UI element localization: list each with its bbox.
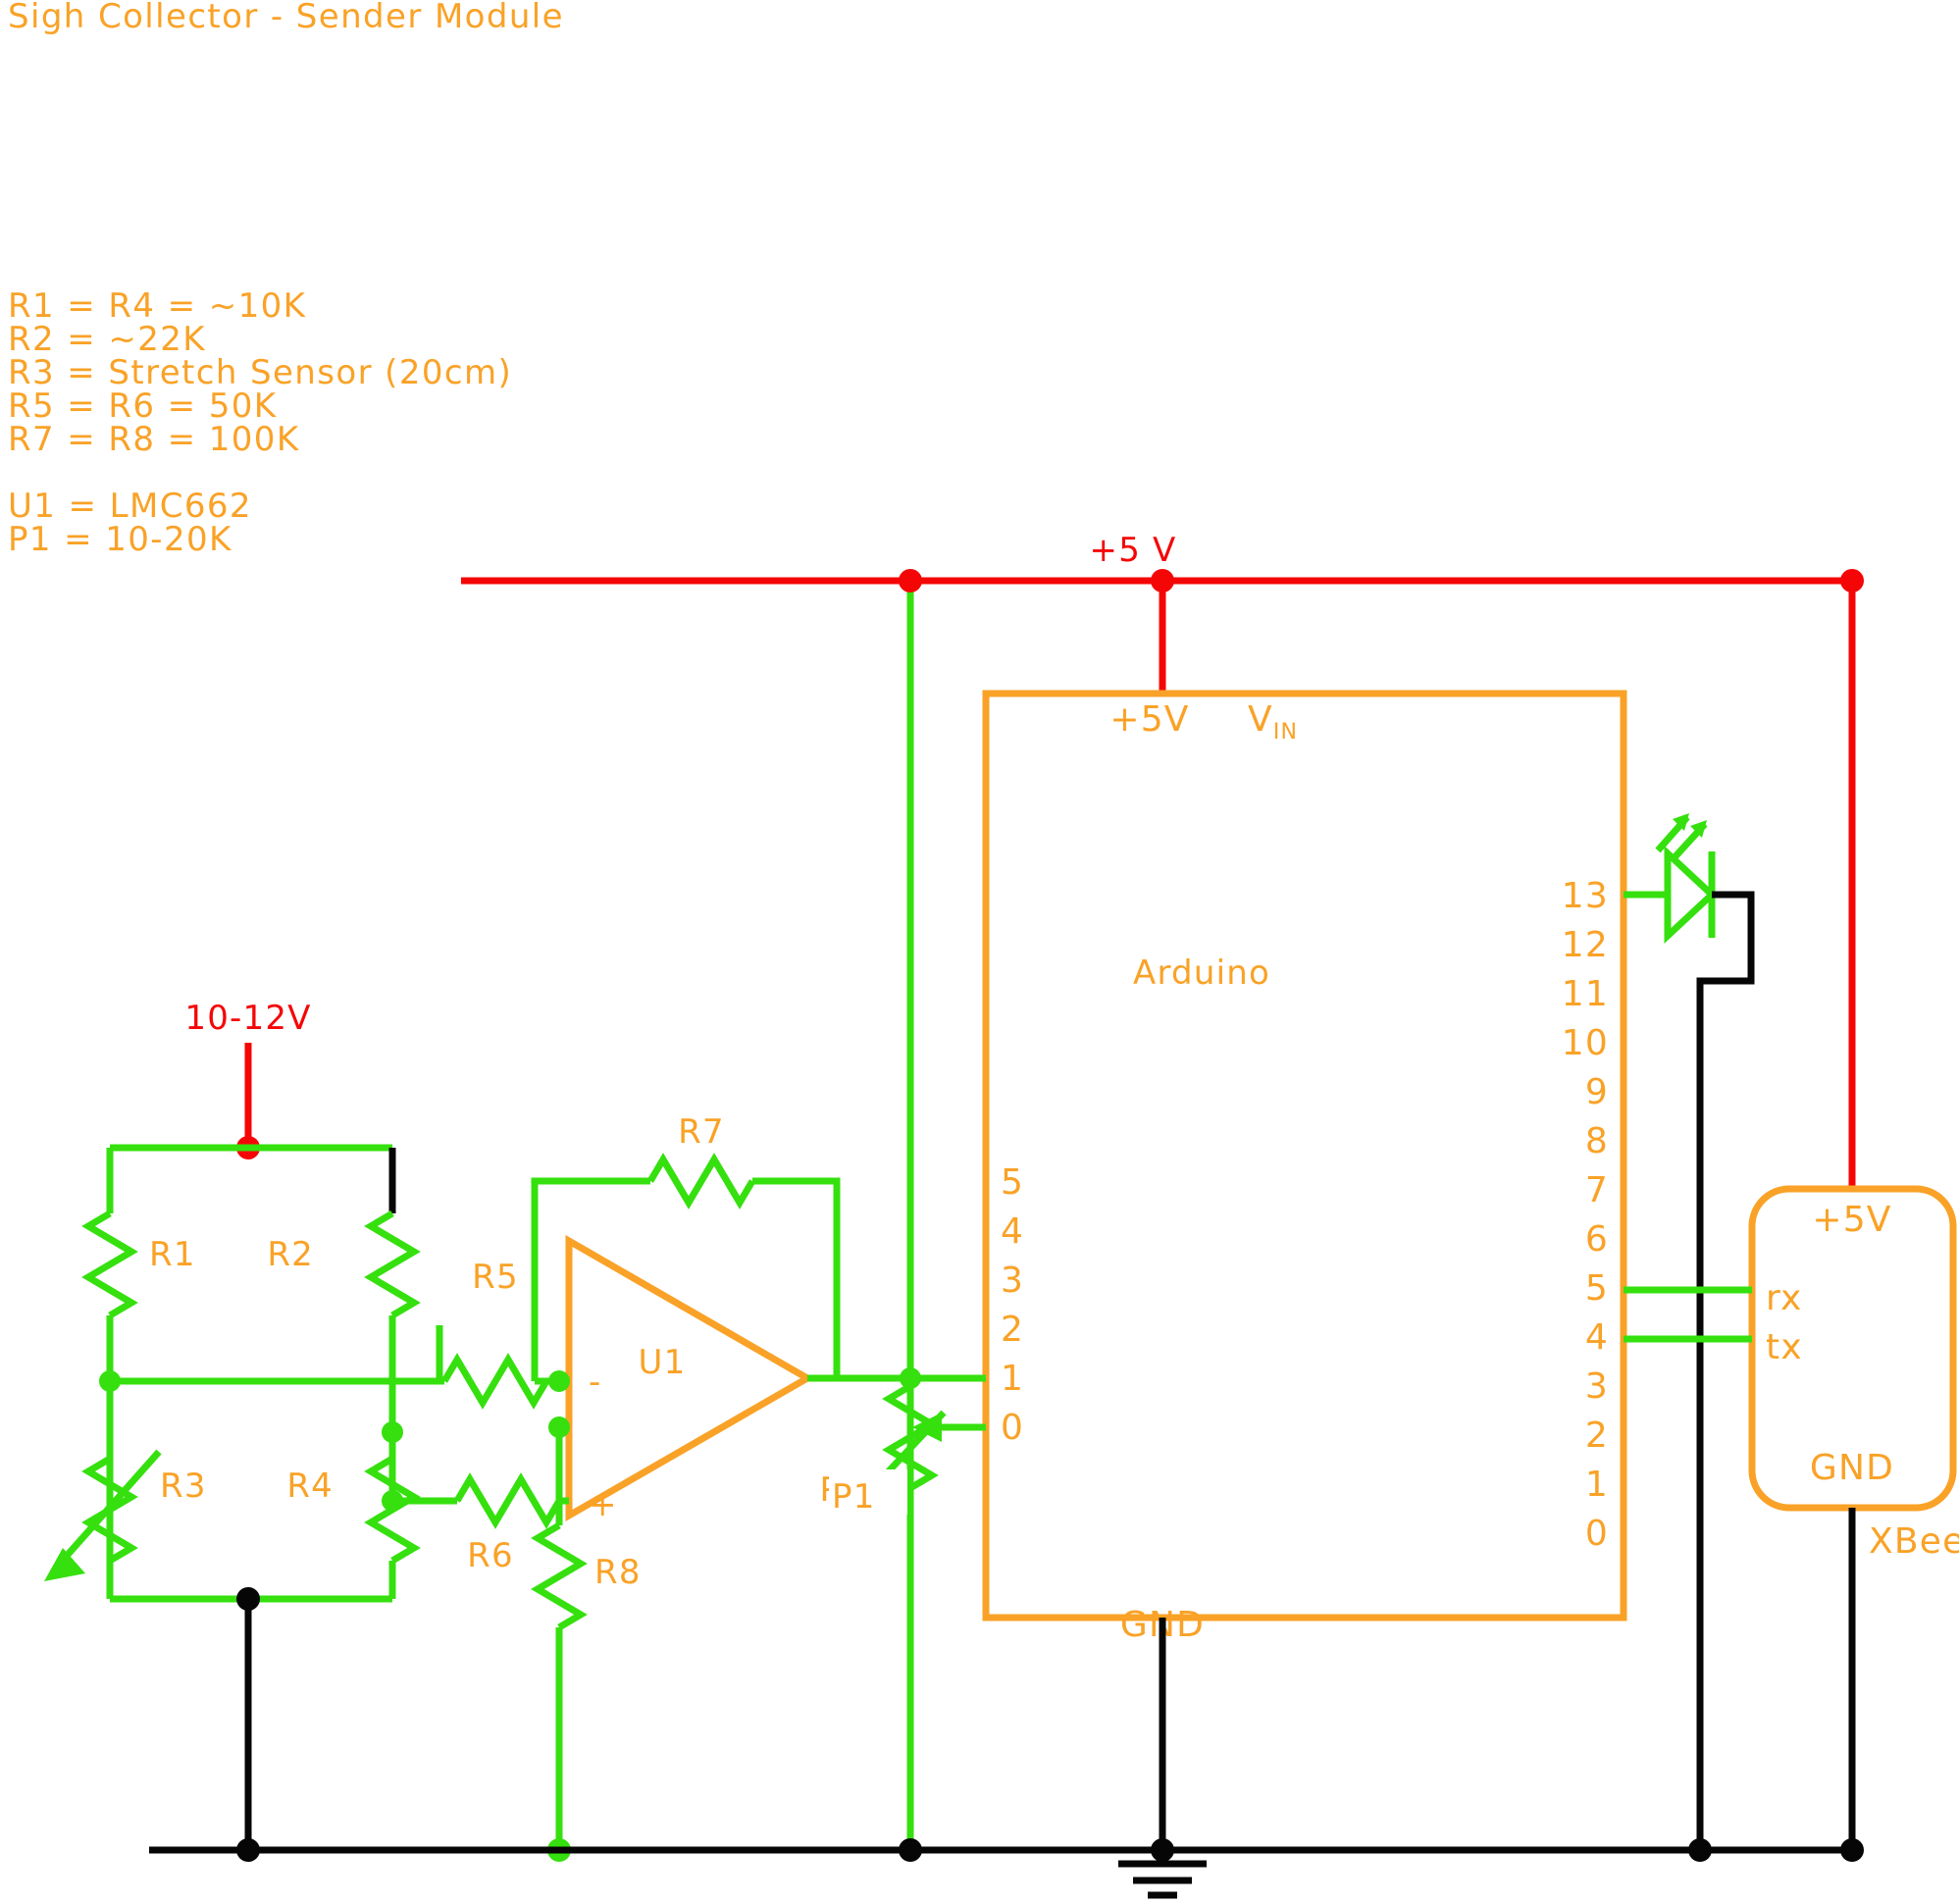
r5-zigzag [440, 1353, 550, 1410]
component-label-r8: R8 [594, 1553, 642, 1592]
legend-line-7: P1 = 10-20K [8, 520, 232, 559]
arduino-analog-pin-3: 3 [1001, 1261, 1024, 1301]
arduino-analog-pin-0: 0 [1001, 1408, 1024, 1448]
legend-line-5: R7 = R8 = 100K [8, 420, 300, 459]
junction-dot-p1-top [900, 1367, 921, 1389]
arduino-digital-pin-12: 12 [1562, 925, 1609, 965]
component-label-r2: R2 [267, 1235, 314, 1274]
arduino-analog-pin-1: 1 [1001, 1359, 1024, 1399]
xbee-pin-rx-label: rx [1766, 1278, 1803, 1318]
arduino-digital-pin-10: 10 [1562, 1023, 1609, 1063]
component-label-r1: R1 [149, 1235, 196, 1274]
xbee-pin-gnd-label: GND [1810, 1448, 1894, 1488]
arduino-digital-pin-13: 13 [1562, 876, 1609, 916]
opamp-noninverting-input-label: + [589, 1485, 618, 1524]
arduino-digital-pin-9: 9 [1585, 1072, 1609, 1112]
r6-zigzag [453, 1472, 563, 1529]
component-label-r6: R6 [467, 1536, 514, 1575]
arduino-analog-pin-4: 4 [1001, 1211, 1024, 1252]
led-triangle [1664, 845, 1718, 945]
arduino-pin-5v-label: +5V [1109, 699, 1189, 740]
arduino-pin-vin-label: VIN [1248, 699, 1298, 745]
component-label-r3: R3 [160, 1467, 207, 1506]
junction-dot-r6-tap [382, 1490, 403, 1512]
arduino-digital-pin-3: 3 [1585, 1366, 1609, 1407]
component-label-u1: U1 [639, 1343, 687, 1382]
junction-dot-ground-bridge [236, 1838, 260, 1862]
junction-dot-rail-xbee [1840, 569, 1864, 592]
junction-dot-ground-xbee [1840, 1838, 1864, 1862]
bridge-supply-label: 10-12V [184, 999, 311, 1038]
arduino-digital-pin-5: 5 [1585, 1268, 1609, 1309]
xbee-pin-tx-label: tx [1766, 1327, 1803, 1367]
arduino-digital-pin-1: 1 [1585, 1465, 1609, 1505]
arduino-analog-pin-5: 5 [1001, 1162, 1024, 1203]
opamp-inverting-input-label: - [589, 1363, 601, 1402]
component-label-r5: R5 [472, 1258, 519, 1297]
r7-zigzag [646, 1153, 756, 1209]
arduino-name-label: Arduino [1133, 953, 1270, 993]
component-label-r4: R4 [286, 1467, 334, 1506]
component-label-r7: R7 [678, 1112, 725, 1152]
xbee-pin-5v-label: +5V [1812, 1200, 1891, 1240]
arduino-analog-pin-2: 2 [1001, 1310, 1024, 1350]
arduino-digital-pin-7: 7 [1585, 1170, 1609, 1210]
opamp-u1-triangle [565, 1234, 815, 1522]
junction-dot-rail-arduino [1151, 569, 1174, 592]
arduino-digital-pin-2: 2 [1585, 1415, 1609, 1456]
arduino-digital-pin-4: 4 [1585, 1317, 1609, 1358]
r3-variable-arrow-head [44, 1548, 85, 1581]
arduino-digital-pin-0: 0 [1585, 1514, 1609, 1554]
r1-zigzag [81, 1209, 138, 1319]
r8-zigzag [531, 1521, 588, 1631]
junction-dot-ground-p1 [899, 1838, 922, 1862]
junction-dot-rail-green-tap [899, 569, 922, 592]
arduino-digital-pin-11: 11 [1562, 974, 1609, 1014]
wire-r7-right-leg [752, 1177, 841, 1378]
rail-5v-label: +5 V [1090, 531, 1177, 570]
arduino-body [982, 690, 1627, 1621]
r2-zigzag [364, 1209, 421, 1319]
page-title: Sigh Collector - Sender Module [8, 0, 564, 36]
xbee-name-label: XBee [1869, 1521, 1959, 1562]
arduino-digital-pin-6: 6 [1585, 1219, 1609, 1260]
schematic-canvas: Sigh Collector - Sender Module R1 = R4 =… [0, 0, 1959, 1904]
junction-dot-r1-r3 [99, 1370, 121, 1392]
arduino-digital-pin-8: 8 [1585, 1121, 1609, 1161]
junction-dot-ground-led [1688, 1838, 1712, 1862]
component-label-p1-visible: P1 [832, 1477, 876, 1517]
wire-led-to-ground [1696, 891, 1755, 1850]
